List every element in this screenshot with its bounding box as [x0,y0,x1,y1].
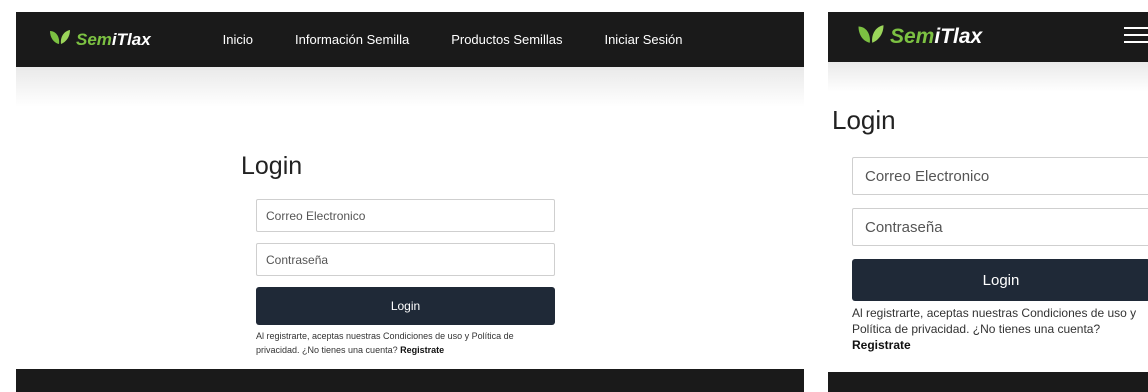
brand-rest: iTlax [934,25,983,48]
mobile-terms-text: Al registrarte, aceptas nuestras Condici… [852,305,1148,353]
header-gradient [16,67,804,107]
nav-link-iniciar-sesion[interactable]: Iniciar Sesión [604,32,682,47]
email-field[interactable]: Correo Electronico [256,199,555,232]
mobile-navbar: Sem iTlax [828,12,1148,62]
mobile-password-field[interactable]: Contraseña [852,208,1148,246]
mobile-header-gradient [828,62,1148,92]
mobile-register-link[interactable]: Registrate [852,338,911,352]
mobile-login-button[interactable]: Login [852,259,1148,301]
mobile-view: Sem iTlax Login Correo Electronico Contra… [828,12,1148,392]
hamburger-menu-icon[interactable] [1124,27,1148,48]
brand-rest: iTlax [111,29,151,49]
mobile-login-title: Login [832,105,896,135]
mobile-brand-logo[interactable]: Sem iTlax [856,24,982,50]
brand-logo[interactable]: Sem iTlax [48,29,151,50]
terms-body: Al registrarte, aceptas nuestras Condici… [256,331,514,355]
mobile-email-field[interactable]: Correo Electronico [852,157,1148,195]
login-title: Login [241,152,303,180]
nav-link-informacion-semilla[interactable]: Información Semilla [295,32,409,47]
brand-prefix: Sem [890,25,935,48]
nav-link-inicio[interactable]: Inicio [223,32,253,47]
nav-links: Inicio Información Semilla Productos Sem… [223,32,683,47]
register-link[interactable]: Registrate [400,345,444,355]
mobile-footer [828,372,1148,392]
terms-body: Al registrarte, aceptas nuestras Condici… [852,306,1137,336]
terms-text: Al registrarte, aceptas nuestras Condici… [256,329,555,357]
navbar: Sem iTlax Inicio Información Semilla Prod… [16,12,804,67]
password-field[interactable]: Contraseña [256,243,555,276]
brand-prefix: Sem [76,29,112,49]
footer [16,369,804,392]
desktop-view: Sem iTlax Inicio Información Semilla Prod… [16,12,804,392]
login-button[interactable]: Login [256,287,555,325]
leaf-logo-icon [856,24,886,50]
leaf-logo-icon [48,29,72,50]
nav-link-productos-semillas[interactable]: Productos Semillas [451,32,562,47]
